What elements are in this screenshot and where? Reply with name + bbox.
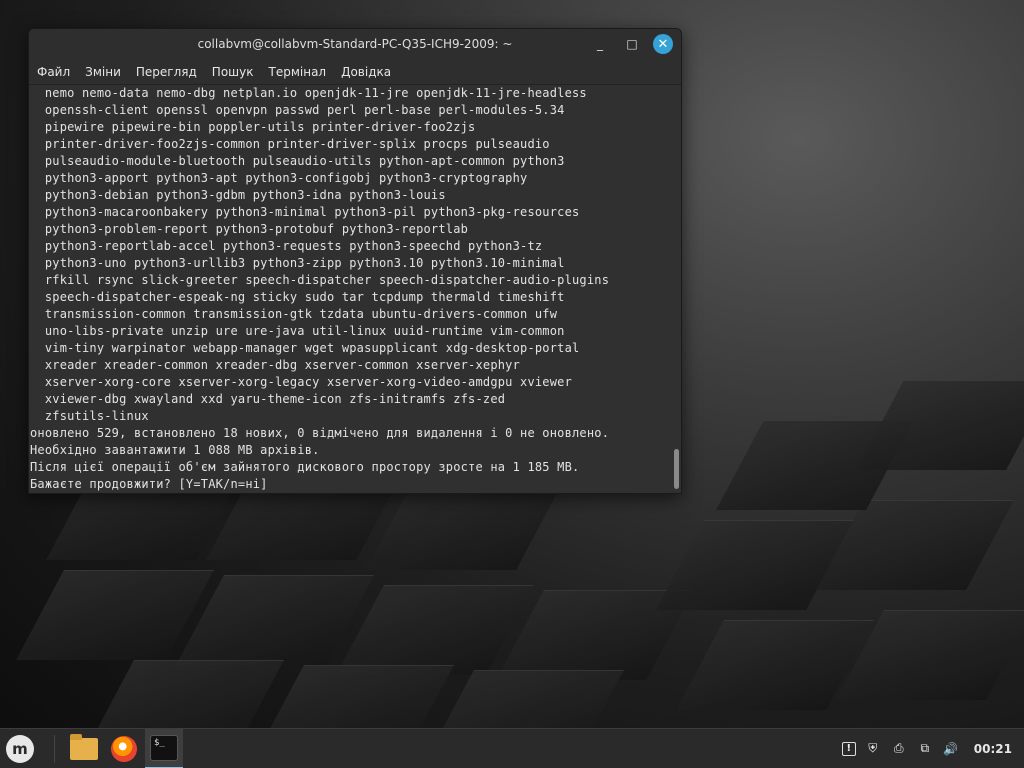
taskbar: m $_ ! ⛨ ⎙ ⧉ 🔊 00:21 — [0, 728, 1024, 768]
menu-file[interactable]: Файл — [37, 65, 70, 79]
terminal-line: transmission-common transmission-gtk tzd… — [30, 307, 558, 321]
terminal-line: python3-problem-report python3-protobuf … — [30, 222, 469, 236]
menu-view[interactable]: Перегляд — [136, 65, 197, 79]
folder-icon — [70, 733, 98, 760]
terminal-line: rfkill rsync slick-greeter speech-dispat… — [30, 273, 610, 287]
terminal-line: python3-uno python3-urllib3 python3-zipp… — [30, 256, 565, 270]
menu-bar: Файл Зміни Перегляд Пошук Термінал Довід… — [29, 59, 681, 85]
menu-edit[interactable]: Зміни — [85, 65, 121, 79]
terminal-output[interactable]: nemo nemo-data nemo-dbg netplan.io openj… — [29, 85, 671, 493]
clock[interactable]: 00:21 — [974, 742, 1012, 756]
terminal-window[interactable]: collabvm@collabvm-Standard-PC-Q35-ICH9-2… — [28, 28, 682, 494]
terminal-line: xviewer-dbg xwayland xxd yaru-theme-icon… — [30, 392, 506, 406]
terminal-line: openssh-client openssl openvpn passwd pe… — [30, 103, 565, 117]
terminal-line: speech-dispatcher-espeak-ng sticky sudo … — [30, 290, 565, 304]
start-menu-button[interactable]: m — [0, 729, 40, 768]
volume-icon[interactable]: 🔊 — [942, 740, 960, 758]
terminal-line: xserver-xorg-core xserver-xorg-legacy xs… — [30, 375, 572, 389]
taskbar-app-terminal[interactable]: $_ — [145, 728, 183, 768]
window-titlebar[interactable]: collabvm@collabvm-Standard-PC-Q35-ICH9-2… — [29, 29, 681, 59]
system-tray: ! ⛨ ⎙ ⧉ 🔊 00:21 — [841, 740, 1024, 758]
menu-terminal[interactable]: Термінал — [269, 65, 327, 79]
window-controls: _ □ ✕ — [589, 33, 673, 55]
terminal-line: python3-debian python3-gdbm python3-idna… — [30, 188, 446, 202]
terminal-line: оновлено 529, встановлено 18 нових, 0 ві… — [30, 426, 610, 440]
close-button[interactable]: ✕ — [653, 34, 673, 54]
terminal-line: pipewire pipewire-bin poppler-utils prin… — [30, 120, 476, 134]
taskbar-app-firefox[interactable] — [105, 729, 143, 768]
firefox-icon — [111, 735, 137, 762]
terminal-line: zfsutils-linux — [30, 409, 149, 423]
terminal-line: python3-macaroonbakery python3-minimal p… — [30, 205, 580, 219]
menu-help[interactable]: Довідка — [341, 65, 391, 79]
terminal-line: printer-driver-foo2zjs-common printer-dr… — [30, 137, 550, 151]
maximize-icon: □ — [626, 37, 638, 51]
terminal-scrollbar[interactable] — [673, 85, 679, 493]
shield-icon[interactable]: ⛨ — [864, 740, 882, 758]
clipboard-icon[interactable]: ⎙ — [890, 740, 908, 758]
terminal-line: Необхідно завантажити 1 088 MB архівів. — [30, 443, 320, 457]
mint-logo-icon: m — [6, 734, 34, 763]
maximize-button[interactable]: □ — [621, 33, 643, 55]
taskbar-separator — [54, 734, 55, 763]
terminal-line: Після цієї операції об'єм зайнятого диск… — [30, 460, 580, 474]
terminal-line: python3-apport python3-apt python3-confi… — [30, 171, 528, 185]
close-icon: ✕ — [657, 36, 669, 52]
terminal-prompt-line: Бажаєте продовжити? [Y=ТАК/n=ні] — [30, 477, 268, 491]
network-icon[interactable]: ⧉ — [916, 740, 934, 758]
terminal-line: python3-reportlab-accel python3-requests… — [30, 239, 543, 253]
terminal-line: pulseaudio-module-bluetooth pulseaudio-u… — [30, 154, 565, 168]
terminal-line: vim-tiny warpinator webapp-manager wget … — [30, 341, 580, 355]
scrollbar-thumb[interactable] — [674, 449, 679, 489]
terminal-line: nemo nemo-data nemo-dbg netplan.io openj… — [30, 86, 587, 100]
taskbar-app-file-manager[interactable] — [65, 729, 103, 768]
terminal-line: uno-libs-private unzip ure ure-java util… — [30, 324, 565, 338]
window-title: collabvm@collabvm-Standard-PC-Q35-ICH9-2… — [197, 37, 513, 51]
update-manager-icon[interactable]: ! — [841, 741, 856, 756]
minimize-button[interactable]: _ — [589, 33, 611, 55]
menu-search[interactable]: Пошук — [212, 65, 254, 79]
minimize-icon: _ — [597, 37, 603, 51]
terminal-line: xreader xreader-common xreader-dbg xserv… — [30, 358, 521, 372]
terminal-icon: $_ — [150, 734, 178, 761]
